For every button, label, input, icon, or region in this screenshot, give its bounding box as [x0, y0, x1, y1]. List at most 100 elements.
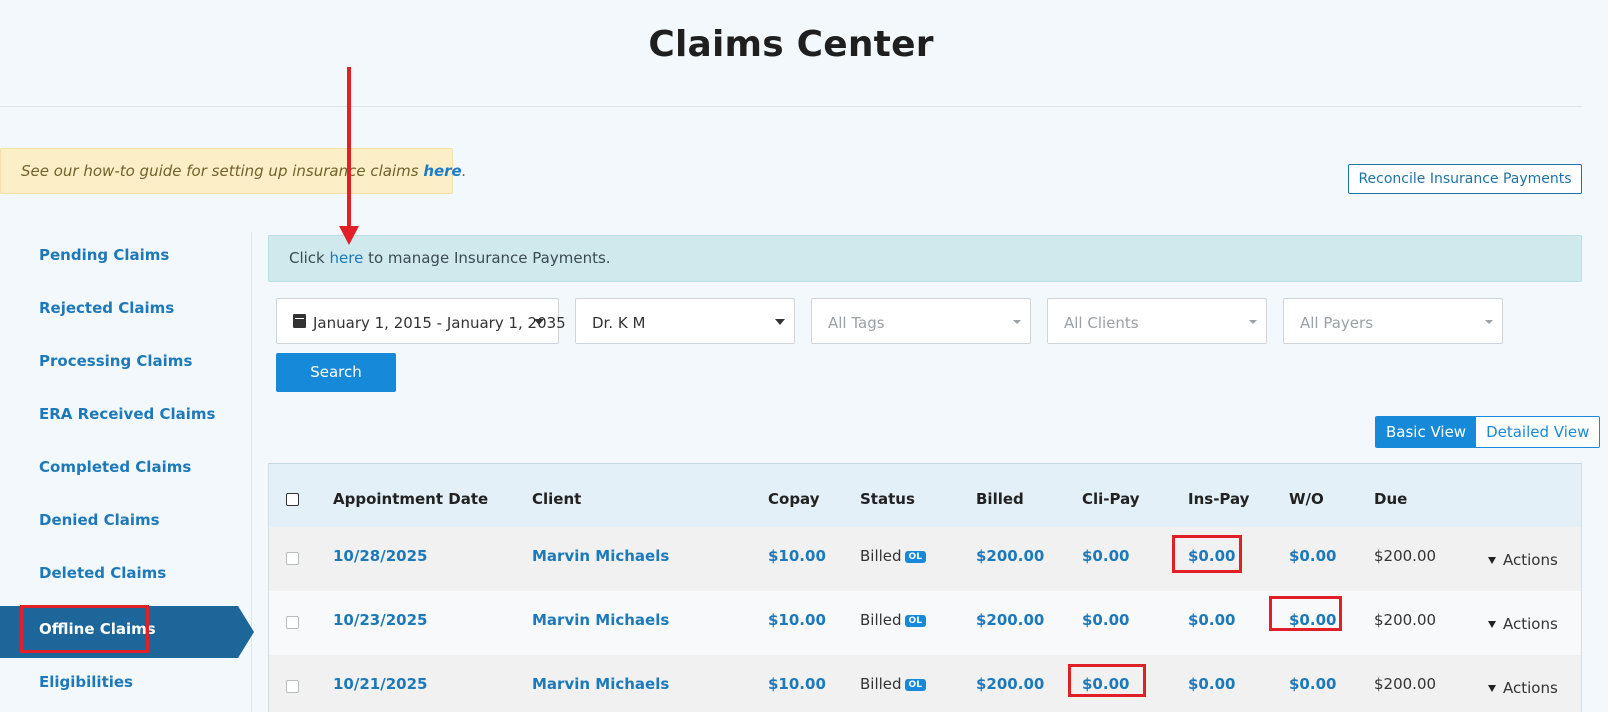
date-range-picker[interactable]: January 1, 2015 - January 1, 2035 [276, 298, 566, 344]
header-appointment-date[interactable]: Appointment Date [333, 490, 488, 508]
guide-banner-text: See our how-to guide for setting up insu… [21, 162, 424, 180]
sidebar-item-processing-claims[interactable]: Processing Claims [0, 338, 252, 390]
clients-placeholder: All Clients [1064, 314, 1139, 332]
offline-badge: OL [904, 679, 926, 691]
guide-banner-suffix: . [461, 162, 467, 180]
clients-select[interactable]: All Clients [1047, 298, 1267, 344]
row-checkbox[interactable] [286, 616, 299, 629]
caret-down-icon [1013, 320, 1021, 324]
copay-link[interactable]: $10.00 [768, 675, 826, 693]
detailed-view-button[interactable]: Detailed View [1476, 417, 1600, 447]
header-due[interactable]: Due [1374, 490, 1407, 508]
triangle-down-icon [1488, 557, 1496, 564]
annotation-arrow-shaft [347, 67, 351, 229]
status-text: Billed [860, 611, 902, 629]
status-text: Billed [860, 547, 902, 565]
client-link[interactable]: Marvin Michaels [532, 611, 669, 629]
search-button[interactable]: Search [276, 353, 396, 392]
due-value: $200.00 [1374, 675, 1437, 693]
caret-down-icon [534, 319, 544, 325]
sidebar-item-pending-claims[interactable]: Pending Claims [0, 232, 252, 284]
ins-pay-link[interactable]: $0.00 [1188, 611, 1235, 629]
claims-table: Appointment Date Client Copay Status Bil… [268, 463, 1582, 712]
annotation-highlight-wo [1269, 596, 1342, 631]
wo-link[interactable]: $0.00 [1289, 547, 1336, 565]
caret-down-icon [1249, 320, 1257, 324]
client-link[interactable]: Marvin Michaels [532, 675, 669, 693]
reconcile-insurance-payments-button[interactable]: Reconcile Insurance Payments [1348, 164, 1582, 194]
guide-link[interactable]: here [423, 162, 461, 180]
sidebar-item-era-received-claims[interactable]: ERA Received Claims [0, 391, 252, 443]
actions-dropdown[interactable]: Actions [1488, 551, 1558, 569]
appointment-date-link[interactable]: 10/28/2025 [333, 547, 427, 565]
info-bar-text: Click [289, 249, 330, 267]
annotation-arrow-head [339, 226, 359, 245]
basic-view-button[interactable]: Basic View [1376, 417, 1477, 447]
billed-link[interactable]: $200.00 [976, 547, 1044, 565]
info-bar-suffix: to manage Insurance Payments. [363, 249, 611, 267]
due-value: $200.00 [1374, 611, 1437, 629]
table-row: 10/23/2025 Marvin Michaels $10.00 Billed… [269, 591, 1581, 655]
header-billed[interactable]: Billed [976, 490, 1024, 508]
header-copay[interactable]: Copay [768, 490, 820, 508]
sidebar-item-denied-claims[interactable]: Denied Claims [0, 497, 252, 549]
page-title: Claims Center [648, 24, 934, 65]
provider-value: Dr. K M [592, 314, 646, 332]
status-text: Billed [860, 675, 902, 693]
tags-placeholder: All Tags [828, 314, 885, 332]
sidebar-item-eligibilities[interactable]: Eligibilities [0, 659, 252, 711]
table-row: 10/28/2025 Marvin Michaels $10.00 Billed… [269, 527, 1581, 591]
status-cell: Billed OL [860, 547, 926, 565]
client-link[interactable]: Marvin Michaels [532, 547, 669, 565]
cli-pay-link[interactable]: $0.00 [1082, 611, 1129, 629]
billed-link[interactable]: $200.00 [976, 675, 1044, 693]
caret-down-icon [1485, 320, 1493, 324]
cli-pay-link[interactable]: $0.00 [1082, 547, 1129, 565]
annotation-highlight-cli-pay [1068, 664, 1146, 697]
annotation-highlight-ins-pay [1172, 535, 1242, 573]
appointment-date-link[interactable]: 10/23/2025 [333, 611, 427, 629]
due-value: $200.00 [1374, 547, 1437, 565]
copay-link[interactable]: $10.00 [768, 547, 826, 565]
actions-label: Actions [1503, 551, 1558, 569]
wo-link[interactable]: $0.00 [1289, 675, 1336, 693]
actions-label: Actions [1503, 615, 1558, 633]
appointment-date-link[interactable]: 10/21/2025 [333, 675, 427, 693]
triangle-down-icon [1488, 685, 1496, 692]
calendar-icon [293, 314, 306, 328]
header-status[interactable]: Status [860, 490, 915, 508]
sidebar-item-deleted-claims[interactable]: Deleted Claims [0, 550, 252, 602]
guide-banner: See our how-to guide for setting up insu… [0, 148, 467, 194]
copay-link[interactable]: $10.00 [768, 611, 826, 629]
tags-select[interactable]: All Tags [811, 298, 1031, 344]
billed-link[interactable]: $200.00 [976, 611, 1044, 629]
row-checkbox[interactable] [286, 680, 299, 693]
sidebar-item-rejected-claims[interactable]: Rejected Claims [0, 285, 252, 337]
manage-insurance-payments-link[interactable]: here [330, 249, 364, 267]
payers-placeholder: All Payers [1300, 314, 1374, 332]
header-ins-pay[interactable]: Ins-Pay [1188, 490, 1249, 508]
title-divider [0, 106, 1582, 107]
status-cell: Billed OL [860, 675, 926, 693]
offline-badge: OL [904, 615, 926, 627]
actions-label: Actions [1503, 679, 1558, 697]
header-cli-pay[interactable]: Cli-Pay [1082, 490, 1140, 508]
caret-down-icon [775, 319, 785, 325]
ins-pay-link[interactable]: $0.00 [1188, 675, 1235, 693]
status-cell: Billed OL [860, 611, 926, 629]
actions-dropdown[interactable]: Actions [1488, 679, 1558, 697]
header-client[interactable]: Client [532, 490, 581, 508]
payers-select[interactable]: All Payers [1283, 298, 1503, 344]
table-row: 10/21/2025 Marvin Michaels $10.00 Billed… [269, 655, 1581, 712]
row-checkbox[interactable] [286, 552, 299, 565]
actions-dropdown[interactable]: Actions [1488, 615, 1558, 633]
view-toggle: Basic View Detailed View [1375, 416, 1601, 448]
sidebar-item-completed-claims[interactable]: Completed Claims [0, 444, 252, 496]
select-all-checkbox[interactable] [286, 493, 299, 506]
header-wo[interactable]: W/O [1289, 490, 1324, 508]
provider-select[interactable]: Dr. K M [575, 298, 795, 344]
offline-badge: OL [904, 551, 926, 563]
table-header: Appointment Date Client Copay Status Bil… [269, 463, 1581, 527]
annotation-highlight-offline-claims [20, 605, 149, 653]
triangle-down-icon [1488, 621, 1496, 628]
